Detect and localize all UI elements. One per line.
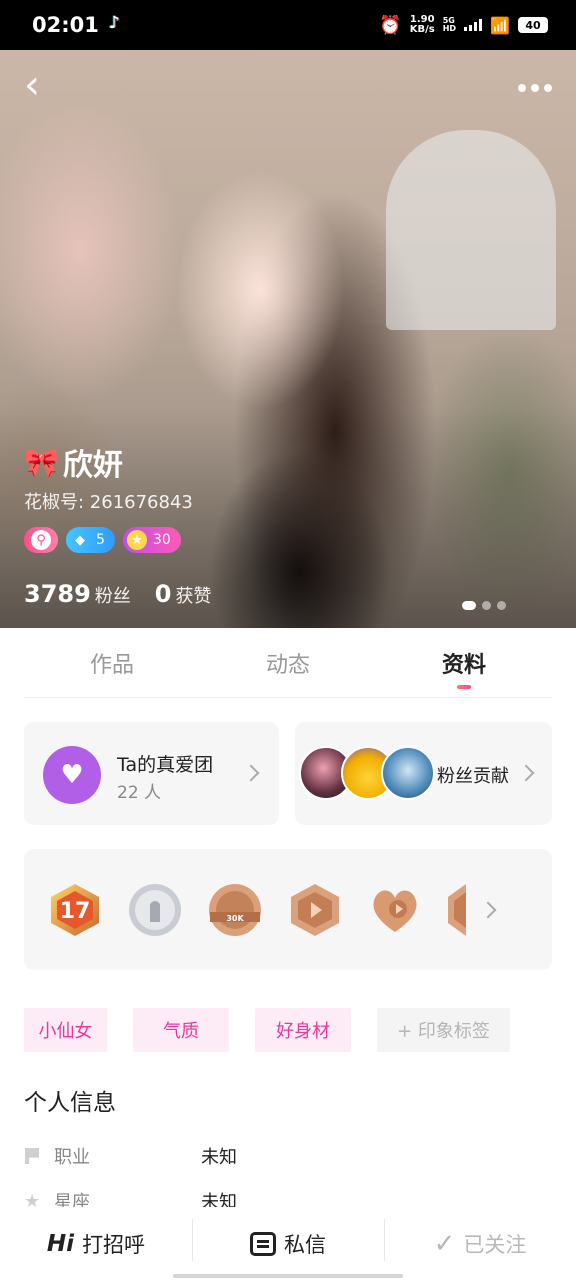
tiktok-notification-icon: [107, 13, 125, 34]
profile-name: 欣妍: [62, 448, 123, 483]
star-badge[interactable]: ★ 30: [122, 527, 181, 553]
impression-tags: 小仙女 气质 好身材 + 印象标签: [24, 1008, 510, 1052]
followed-button[interactable]: ✓ 已关注: [384, 1207, 576, 1280]
info-row-occupation: 职业 未知: [24, 1143, 237, 1169]
tab-moments[interactable]: 动态: [200, 628, 376, 697]
battery-icon: 40: [518, 17, 548, 33]
tag-fairy[interactable]: 小仙女: [24, 1008, 107, 1052]
fan-contribution-card[interactable]: 粉丝贡献: [295, 722, 552, 825]
level-medal-icon: 17: [51, 884, 99, 936]
message-button[interactable]: 私信: [192, 1207, 384, 1280]
silver-medal-icon: [129, 884, 181, 936]
chat-icon: [250, 1231, 276, 1256]
svg-text:30K: 30K: [226, 914, 244, 923]
tag-good-figure[interactable]: 好身材: [255, 1008, 351, 1052]
more-options-icon[interactable]: [518, 80, 554, 96]
partial-medal-icon: [448, 884, 466, 936]
avatar: [381, 746, 435, 800]
likes-stat[interactable]: 0 获赞: [155, 580, 212, 608]
bow-icon: 🎀: [24, 445, 59, 479]
contributor-avatars: [299, 746, 439, 802]
tab-info[interactable]: 资料: [376, 628, 552, 697]
play-medal-icon: [291, 884, 339, 936]
profile-stats: 3789 粉丝 0 获赞: [24, 580, 212, 608]
profile-page: 02:01 ⏰ 1.90 KB/s 5G HD 📶 40 ‹ 🎀 欣妍: [0, 0, 576, 1280]
fan-club-count: 22 人: [117, 783, 162, 803]
wifi-icon: 📶: [490, 15, 510, 35]
check-icon: ✓: [433, 1228, 456, 1259]
status-time: 02:01: [32, 13, 99, 37]
medals-card[interactable]: 17 30K: [24, 849, 552, 970]
30k-medal-icon: 30K: [209, 884, 261, 936]
heart-medal-icon: [373, 890, 417, 932]
star-icon: ★: [126, 530, 147, 550]
key-icon: ⚲: [31, 530, 51, 550]
add-tag-button[interactable]: + 印象标签: [377, 1008, 510, 1052]
personal-info-title: 个人信息: [24, 1090, 116, 1116]
chevron-right-icon: [242, 764, 260, 782]
signal-icon: [464, 19, 483, 31]
key-badge[interactable]: ⚲: [24, 527, 58, 553]
tag-temperament[interactable]: 气质: [133, 1008, 229, 1052]
fan-club-card[interactable]: ♥ Ta的真爱团 22 人: [24, 722, 279, 825]
background-window: [386, 130, 556, 330]
fan-contribution-label: 粉丝贡献: [437, 766, 509, 787]
hi-icon: Hi: [46, 1230, 75, 1257]
tab-works[interactable]: 作品: [24, 628, 200, 697]
fan-club-title: Ta的真爱团: [117, 754, 214, 776]
profile-id: 花椒号: 261676843: [24, 492, 193, 513]
chevron-right-icon: [479, 901, 497, 919]
back-arrow-icon[interactable]: ‹: [24, 65, 60, 106]
net-speed: 1.90 KB/s: [409, 14, 435, 35]
network-type: 5G HD: [442, 16, 457, 33]
profile-name-row: 🎀 欣妍: [24, 440, 123, 484]
greet-button[interactable]: Hi 打招呼: [0, 1207, 192, 1280]
flag-icon: [24, 1147, 40, 1165]
alarm-icon: ⏰: [379, 14, 402, 36]
home-indicator[interactable]: [173, 1274, 403, 1278]
heart-wings-icon: ♥: [43, 746, 101, 804]
fans-stat[interactable]: 3789 粉丝: [24, 580, 131, 608]
status-bar: 02:01 ⏰ 1.90 KB/s 5G HD 📶 40: [0, 0, 576, 50]
profile-tabs: 作品 动态 资料: [24, 628, 552, 698]
bottom-action-bar: Hi 打招呼 私信 ✓ 已关注: [0, 1207, 576, 1280]
svg-text:17: 17: [60, 899, 91, 924]
photo-page-indicator: [462, 601, 506, 610]
diamond-icon: ◆: [75, 532, 85, 548]
chevron-right-icon: [517, 764, 535, 782]
level-badges: ⚲ ◆ 5 ★ 30: [24, 527, 181, 553]
diamond-badge[interactable]: ◆ 5: [66, 527, 115, 553]
